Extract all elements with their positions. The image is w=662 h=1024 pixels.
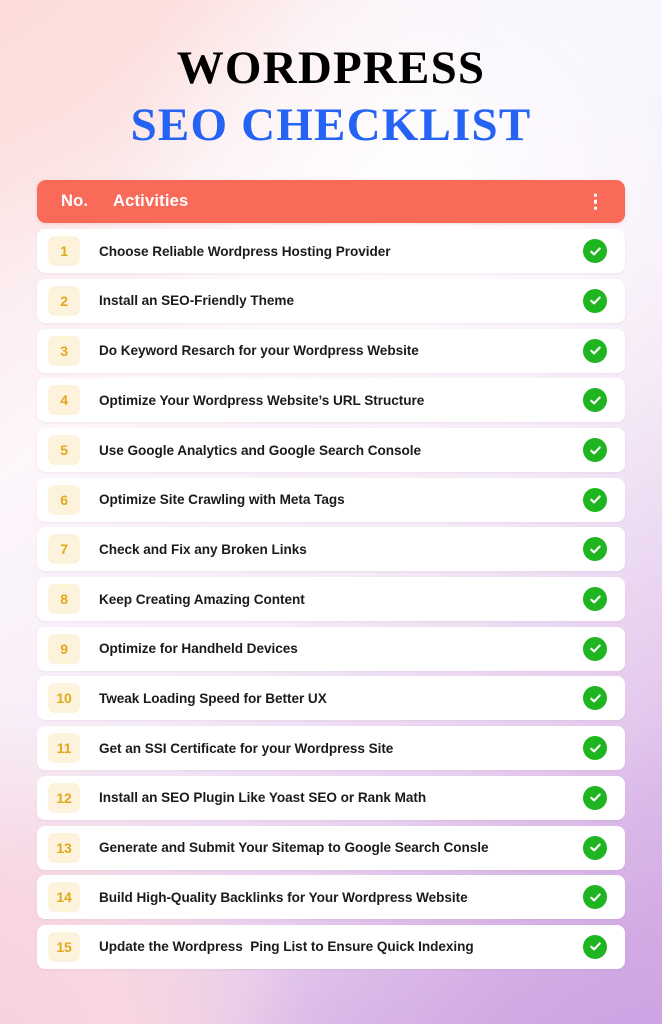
row-activity-label: Use Google Analytics and Google Search C… (99, 442, 422, 458)
row-activity-label: Get an SSI Certificate for your Wordpres… (99, 740, 394, 756)
row-activity-label: Build High-Quality Backlinks for Your Wo… (99, 889, 468, 905)
check-circle-icon[interactable] (583, 388, 607, 413)
check-circle-icon[interactable] (583, 835, 607, 860)
check-circle-icon[interactable] (583, 934, 607, 959)
checklist-rows: 1 Choose Reliable Wordpress Hosting Provi… (37, 229, 625, 969)
kebab-menu-icon[interactable] (593, 193, 597, 211)
table-row[interactable]: 15 Update the Wordpress Ping List to Ensu… (37, 924, 625, 969)
table-row[interactable]: 13 Generate and Submit Your Sitemap to Go… (37, 825, 625, 870)
table-row[interactable]: 6 Optimize Site Crawling with Meta Tags (37, 477, 625, 522)
row-activity-label: Optimize Your Wordpress Website’s URL St… (99, 392, 425, 408)
row-number-badge: 13 (48, 832, 80, 863)
row-number-badge: 11 (48, 733, 80, 764)
row-number-badge: 2 (48, 285, 80, 316)
row-number-badge: 8 (48, 584, 80, 615)
column-header-number: No. (61, 192, 89, 211)
row-activity-label: Update the Wordpress Ping List to Ensure… (99, 939, 474, 955)
title-line-primary: WORDPRESS (176, 42, 486, 94)
table-row[interactable]: 1 Choose Reliable Wordpress Hosting Provi… (37, 229, 625, 274)
kebab-dot (593, 200, 597, 204)
checklist-table: No. Activities 1 Choose Reliable Wordpres… (37, 180, 625, 974)
row-number-badge: 3 (48, 335, 80, 366)
table-row[interactable]: 9 Optimize for Handheld Devices (37, 626, 625, 671)
check-circle-icon[interactable] (583, 338, 607, 363)
check-circle-icon[interactable] (583, 587, 607, 612)
check-circle-icon[interactable] (583, 785, 607, 810)
row-number-badge: 14 (48, 882, 80, 913)
row-number-badge: 7 (48, 534, 80, 565)
title-line-secondary: SEO CHECKLIST (130, 98, 532, 151)
table-header-row: No. Activities (37, 180, 625, 224)
column-header-activities: Activities (113, 192, 189, 211)
row-activity-label: Tweak Loading Speed for Better UX (99, 690, 327, 706)
check-circle-icon[interactable] (583, 736, 607, 761)
check-circle-icon[interactable] (583, 487, 607, 512)
checklist-page: WORDPRESS SEO CHECKLIST No. Activities 1… (0, 0, 662, 1024)
row-number-badge: 10 (48, 683, 80, 714)
page-title: WORDPRESS SEO CHECKLIST (0, 0, 662, 153)
row-activity-label: Optimize for Handheld Devices (99, 641, 298, 657)
row-number-badge: 15 (48, 931, 80, 962)
row-activity-label: Check and Fix any Broken Links (99, 541, 307, 557)
kebab-dot (593, 193, 597, 198)
check-circle-icon[interactable] (583, 438, 607, 463)
check-circle-icon[interactable] (583, 636, 607, 661)
row-activity-label: Do Keyword Resarch for your Wordpress We… (99, 343, 419, 359)
row-number-badge: 5 (48, 435, 80, 466)
check-circle-icon[interactable] (583, 239, 607, 264)
check-circle-icon[interactable] (583, 288, 607, 313)
table-row[interactable]: 12 Install an SEO Plugin Like Yoast SEO o… (37, 775, 625, 820)
table-row[interactable]: 4 Optimize Your Wordpress Website’s URL S… (37, 378, 625, 423)
table-row[interactable]: 2 Install an SEO-Friendly Theme (37, 278, 625, 323)
table-row[interactable]: 7 Check and Fix any Broken Links (37, 527, 625, 572)
row-activity-label: Optimize Site Crawling with Meta Tags (99, 492, 345, 508)
row-activity-label: Install an SEO Plugin Like Yoast SEO or … (99, 790, 427, 806)
check-circle-icon[interactable] (583, 885, 607, 910)
table-row[interactable]: 14 Build High-Quality Backlinks for Your … (37, 875, 625, 920)
check-circle-icon[interactable] (583, 537, 607, 562)
table-row[interactable]: 8 Keep Creating Amazing Content (37, 577, 625, 622)
row-activity-label: Choose Reliable Wordpress Hosting Provid… (99, 243, 391, 259)
table-row[interactable]: 10 Tweak Loading Speed for Better UX (37, 676, 625, 721)
table-row[interactable]: 3 Do Keyword Resarch for your Wordpress W… (37, 328, 625, 373)
table-row[interactable]: 11 Get an SSI Certificate for your Wordpr… (37, 726, 625, 771)
row-number-badge: 12 (48, 782, 80, 813)
row-activity-label: Generate and Submit Your Sitemap to Goog… (99, 840, 489, 856)
check-circle-icon[interactable] (583, 686, 607, 711)
table-row[interactable]: 5 Use Google Analytics and Google Search … (37, 428, 625, 473)
row-activity-label: Install an SEO-Friendly Theme (99, 293, 294, 309)
row-activity-label: Keep Creating Amazing Content (99, 591, 305, 607)
row-number-badge: 6 (48, 484, 80, 515)
kebab-dot (593, 206, 597, 211)
row-number-badge: 1 (48, 236, 80, 267)
row-number-badge: 9 (48, 633, 80, 664)
row-number-badge: 4 (48, 385, 80, 416)
